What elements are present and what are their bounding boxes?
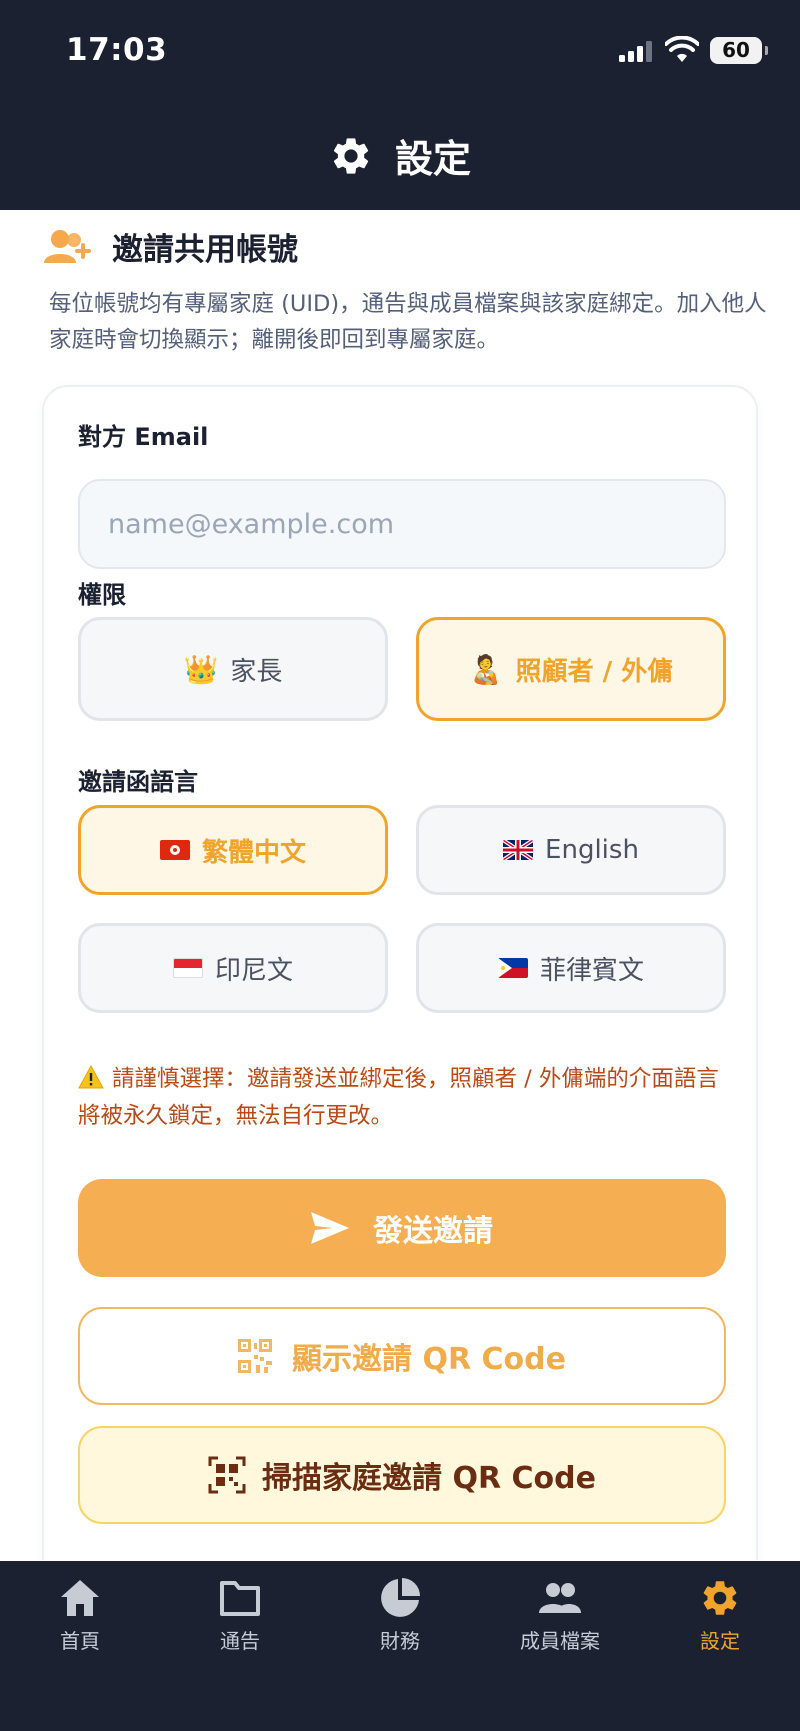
uk-flag-icon bbox=[503, 840, 534, 860]
folder-icon bbox=[220, 1581, 260, 1616]
language-option-zh-hant[interactable]: 繁體中文 bbox=[78, 805, 388, 895]
language-option-indonesian[interactable]: 印尼文 bbox=[78, 923, 388, 1013]
language-label: 邀請函語言 bbox=[78, 768, 198, 796]
page-title-text: 設定 bbox=[394, 137, 471, 181]
role-option-label: 照顧者 / 外傭 bbox=[515, 656, 674, 687]
tab-finance[interactable]: 財務 bbox=[320, 1577, 480, 1654]
gear-icon bbox=[703, 1581, 737, 1615]
language-option-label: English bbox=[545, 835, 639, 865]
crown-icon: 👑 bbox=[183, 652, 219, 686]
people-icon bbox=[539, 1583, 581, 1613]
top-bar: 17:03 60 設定 bbox=[0, 0, 800, 210]
wifi-icon bbox=[665, 36, 699, 62]
language-option-english[interactable]: English bbox=[416, 805, 726, 895]
status-time: 17:03 bbox=[66, 32, 168, 68]
tab-members[interactable]: 成員檔案 bbox=[480, 1577, 640, 1654]
tab-label: 通告 bbox=[220, 1629, 260, 1653]
role-option-label: 家長 bbox=[230, 656, 283, 687]
send-invite-button[interactable]: 發送邀請 bbox=[78, 1179, 726, 1277]
language-option-label: 印尼文 bbox=[214, 955, 293, 986]
tab-notices[interactable]: 通告 bbox=[160, 1577, 320, 1654]
gear-icon bbox=[333, 137, 369, 174]
tab-label: 設定 bbox=[700, 1629, 740, 1653]
role-label: 權限 bbox=[78, 581, 126, 609]
cellular-signal-icon bbox=[619, 41, 652, 62]
pie-chart-icon bbox=[381, 1578, 420, 1617]
language-option-label: 菲律賓文 bbox=[539, 955, 644, 986]
send-icon bbox=[311, 1212, 349, 1244]
scan-qr-label: 掃描家庭邀請 QR Code bbox=[262, 1461, 596, 1496]
invite-section-title: 邀請共用帳號 bbox=[112, 232, 298, 268]
tab-label: 首頁 bbox=[60, 1629, 100, 1653]
hk-flag-icon bbox=[159, 840, 190, 860]
show-qr-button[interactable]: 顯示邀請 QR Code bbox=[78, 1307, 726, 1405]
invite-card: 對方 Email 權限 👑 家長 🧑‍🍼 照顧者 / 外傭 邀請函語言 繁體中文 bbox=[42, 385, 758, 1560]
battery-indicator: 60 bbox=[710, 37, 768, 64]
language-option-label: 繁體中文 bbox=[201, 837, 306, 868]
email-field[interactable] bbox=[78, 479, 726, 569]
language-option-filipino[interactable]: 菲律賓文 bbox=[416, 923, 726, 1013]
status-bar: 17:03 60 bbox=[0, 30, 800, 70]
qr-code-icon bbox=[238, 1339, 273, 1373]
language-warning: 請謹慎選擇：邀請發送並綁定後，照顧者 / 外傭端的介面語言將被永久鎖定，無法自行… bbox=[78, 1061, 728, 1135]
tab-label: 成員檔案 bbox=[520, 1629, 600, 1653]
home-icon bbox=[61, 1580, 99, 1616]
role-option-parent[interactable]: 👑 家長 bbox=[78, 617, 388, 721]
invite-description: 每位帳號均有專屬家庭 (UID)，通告與成員檔案與該家庭綁定。加入他人家庭時會切… bbox=[49, 291, 767, 353]
warning-icon bbox=[78, 1065, 104, 1089]
add-user-icon bbox=[44, 229, 91, 263]
settings-content[interactable]: 邀請共用帳號 每位帳號均有專屬家庭 (UID)，通告與成員檔案與該家庭綁定。加入… bbox=[0, 210, 800, 1560]
tab-label: 財務 bbox=[380, 1629, 420, 1653]
qr-scan-icon bbox=[208, 1456, 246, 1494]
role-option-caregiver[interactable]: 🧑‍🍼 照顧者 / 外傭 bbox=[416, 617, 726, 721]
tab-home[interactable]: 首頁 bbox=[0, 1577, 160, 1654]
show-qr-label: 顯示邀請 QR Code bbox=[292, 1342, 566, 1377]
id-flag-icon bbox=[172, 958, 203, 978]
send-invite-label: 發送邀請 bbox=[373, 1214, 493, 1249]
tab-settings[interactable]: 設定 bbox=[640, 1577, 800, 1654]
scan-qr-button[interactable]: 掃描家庭邀請 QR Code bbox=[78, 1426, 726, 1524]
bottom-tab-bar: 首頁 通告 財務 成員檔案 設定 bbox=[0, 1561, 800, 1731]
ph-flag-icon bbox=[497, 958, 528, 978]
email-label: 對方 Email bbox=[78, 423, 209, 451]
warning-text: 請謹慎選擇：邀請發送並綁定後，照顧者 / 外傭端的介面語言將被永久鎖定，無法自行… bbox=[78, 1066, 719, 1129]
page-title: 設定 bbox=[0, 128, 800, 183]
invite-section-header: 邀請共用帳號 bbox=[44, 224, 298, 269]
caregiver-icon: 🧑‍🍼 bbox=[468, 652, 504, 686]
